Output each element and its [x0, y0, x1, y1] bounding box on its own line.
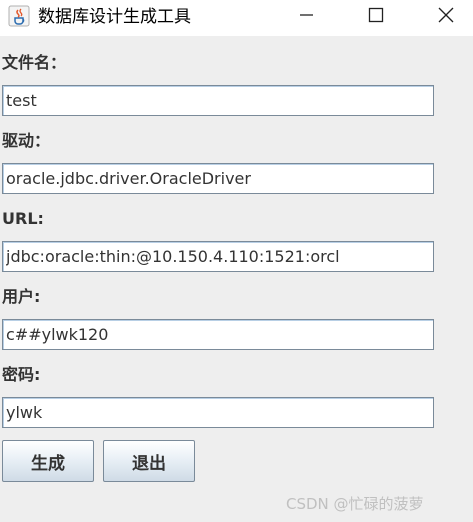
exit-button[interactable]: 退出	[103, 440, 195, 482]
minimize-icon	[298, 7, 314, 27]
maximize-icon	[368, 7, 384, 27]
maximize-button[interactable]	[353, 0, 399, 34]
driver-input[interactable]	[2, 163, 434, 194]
window-title: 数据库设计生成工具	[38, 7, 191, 27]
watermark: CSDN @忙碌的菠萝	[286, 495, 424, 513]
close-button[interactable]	[423, 0, 469, 34]
java-coffee-cup-icon	[8, 5, 30, 27]
url-label: URL:	[2, 209, 44, 228]
driver-label: 驱动：	[2, 131, 51, 150]
password-label: 密码:	[2, 365, 41, 384]
user-input[interactable]	[2, 319, 434, 350]
app-window: 数据库设计生成工具 文件名： 驱动： URL: 用户: 密码: 生成 退出 CS…	[0, 0, 473, 522]
user-label: 用户:	[2, 287, 41, 306]
title-bar[interactable]: 数据库设计生成工具	[0, 0, 473, 36]
password-input[interactable]	[2, 397, 434, 428]
url-input[interactable]	[2, 241, 434, 272]
filename-label: 文件名：	[2, 53, 67, 72]
filename-input[interactable]	[2, 85, 434, 116]
close-icon	[438, 7, 454, 27]
generate-button[interactable]: 生成	[2, 440, 94, 482]
minimize-button[interactable]	[283, 0, 329, 34]
